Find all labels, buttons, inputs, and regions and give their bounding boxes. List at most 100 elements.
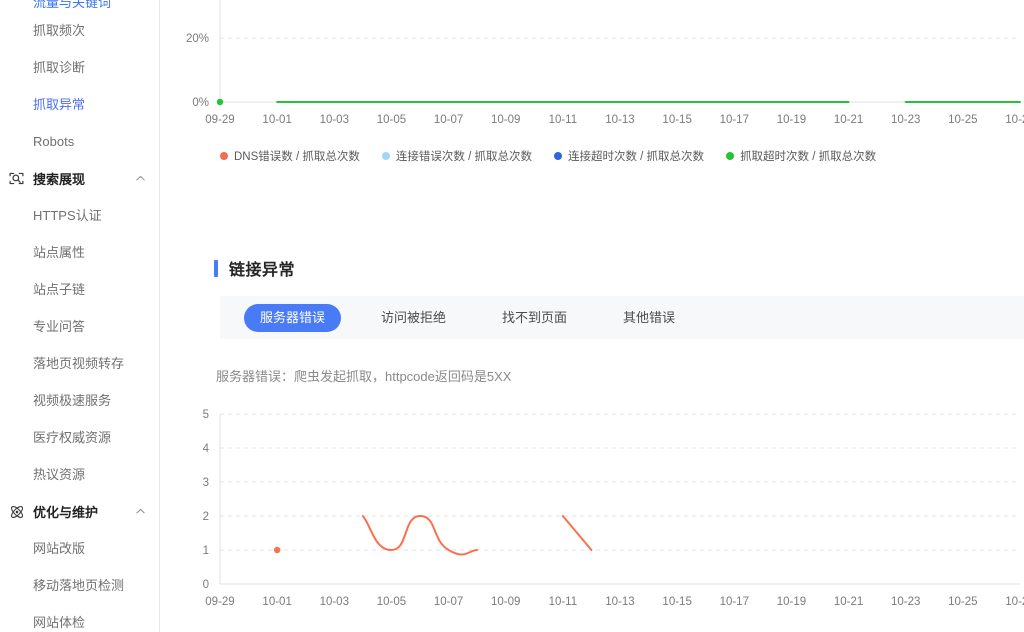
sidebar-item-label: 专业问答 — [33, 319, 86, 334]
svg-text:10-03: 10-03 — [320, 114, 349, 126]
svg-text:10-21: 10-21 — [834, 114, 863, 126]
sidebar-item-6[interactable]: HTTPS认证 — [0, 197, 159, 234]
legend-item-1[interactable]: 连接错误次数 / 抓取总次数 — [381, 148, 532, 164]
sidebar-item-label: 落地页视频转存 — [33, 356, 125, 371]
legend-color-dot — [220, 152, 228, 160]
sidebar-item-2[interactable]: 抓取诊断 — [0, 49, 159, 86]
chevron-up-icon — [134, 173, 146, 185]
svg-text:09-29: 09-29 — [205, 114, 234, 126]
sidebar: 流量与关键词抓取频次抓取诊断抓取异常 Robots 搜索展现 HTTPS认证 站点属性站… — [0, 0, 160, 632]
tab-description: 服务器错误：爬虫发起抓取，httpcode返回码是5XX — [216, 369, 512, 384]
section-accent-bar — [214, 259, 218, 277]
svg-text:10-11: 10-11 — [549, 114, 578, 126]
sidebar-item-label: 移动落地页检测 — [33, 578, 125, 593]
tab-label: 其他错误 — [623, 309, 676, 325]
svg-text:10-25: 10-25 — [948, 596, 977, 608]
sidebar-group-14[interactable]: 优化与维护 — [0, 493, 159, 530]
atom-icon — [6, 501, 27, 522]
sidebar-item-4[interactable]: Robots — [0, 123, 159, 160]
section-header: 链接异常 — [214, 256, 295, 280]
svg-text:10-03: 10-03 — [320, 596, 349, 608]
legend-label: 连接超时次数 / 抓取总次数 — [567, 151, 705, 163]
sidebar-item-17[interactable]: 网站体检 — [0, 604, 159, 632]
sidebar-item-12[interactable]: 医疗权威资源 — [0, 419, 159, 456]
tab-3[interactable]: 其他错误 — [607, 304, 691, 332]
sidebar-group-label: 搜索展现 — [33, 172, 86, 187]
sidebar-item-15[interactable]: 网站改版 — [0, 530, 159, 567]
svg-text:10-01: 10-01 — [262, 114, 291, 126]
legend-item-0[interactable]: DNS错误数 / 抓取总次数 — [220, 148, 360, 164]
svg-text:10-17: 10-17 — [720, 114, 749, 126]
tab-2[interactable]: 找不到页面 — [486, 304, 583, 332]
sidebar-group-label: 优化与维护 — [33, 505, 99, 520]
svg-text:10-09: 10-09 — [491, 596, 520, 608]
tab-1[interactable]: 访问被拒绝 — [365, 304, 462, 332]
svg-text:10-23: 10-23 — [891, 596, 920, 608]
legend-color-dot — [726, 152, 735, 160]
sidebar-item-8[interactable]: 站点子链 — [0, 271, 159, 308]
svg-text:1: 1 — [203, 545, 209, 557]
legend-label: 抓取超时次数 / 抓取总次数 — [740, 151, 877, 163]
sidebar-item-label: 医疗权威资源 — [33, 430, 112, 445]
main-content: 0%20%40%09-2910-0110-0310-0510-0710-0910… — [160, 0, 1024, 632]
sidebar-item-13[interactable]: 热议资源 — [0, 456, 159, 493]
chevron-up-icon — [134, 506, 146, 518]
svg-text:10-25: 10-25 — [948, 114, 977, 126]
sidebar-item-10[interactable]: 落地页视频转存 — [0, 345, 159, 382]
sidebar-item-label: 抓取异常 — [33, 97, 86, 112]
sidebar-group-5[interactable]: 搜索展现 — [0, 160, 159, 197]
legend-label: DNS错误数 / 抓取总次数 — [234, 151, 360, 163]
page-root: 流量与关键词抓取频次抓取诊断抓取异常 Robots 搜索展现 HTTPS认证 站点属性站… — [0, 0, 1024, 632]
legend-item-2[interactable]: 连接超时次数 / 抓取总次数 — [553, 148, 705, 164]
sidebar-item-16[interactable]: 移动落地页检测 — [0, 567, 159, 604]
sidebar-item-3[interactable]: 抓取异常 — [0, 86, 159, 123]
svg-text:10-19: 10-19 — [777, 114, 806, 126]
crawl-exception-rate-svg: 0%20%40%09-2910-0110-0310-0510-0710-0910… — [186, 0, 1024, 126]
sidebar-item-label: 流量与关键词 — [33, 0, 112, 10]
sidebar-item-0[interactable]: 流量与关键词 — [0, 0, 159, 12]
svg-text:10-05: 10-05 — [377, 596, 406, 608]
crawl-exception-rate-chart: 0%20%40%09-2910-0110-0310-0510-0710-0910… — [160, 0, 1024, 144]
svg-text:10-13: 10-13 — [605, 114, 634, 126]
search-box-icon — [6, 168, 27, 189]
tab-label: 服务器错误 — [260, 309, 326, 325]
svg-text:0: 0 — [203, 579, 209, 591]
svg-text:0%: 0% — [192, 97, 209, 109]
server-error-count-svg: 0 1 2 3 4 5 09-29 10-01 10-03 10-05 10-07 10-09 10-1… — [203, 409, 1024, 608]
svg-text:5: 5 — [203, 409, 209, 421]
legend-item-3[interactable]: 抓取超时次数 / 抓取总次数 — [726, 148, 876, 164]
error-type-tabbar: 服务器错误 访问被拒绝 找不到页面 其他错误 — [220, 296, 1024, 339]
svg-text:10-05: 10-05 — [377, 114, 406, 126]
svg-text:10-07: 10-07 — [434, 114, 463, 126]
chart-legend: DNS错误数 / 抓取总次数 连接错误次数 / 抓取总次数 连接超时次数 / 抓取总… — [220, 145, 1020, 167]
legend-color-dot — [553, 152, 562, 160]
svg-text:10-17: 10-17 — [720, 596, 749, 608]
sidebar-item-label: 热议资源 — [33, 467, 86, 482]
sidebar-item-1[interactable]: 抓取频次 — [0, 12, 159, 49]
sidebar-item-9[interactable]: 专业问答 — [0, 308, 159, 345]
tab-label: 找不到页面 — [502, 309, 568, 325]
sidebar-item-label: Robots — [33, 134, 75, 149]
svg-text:20%: 20% — [186, 33, 209, 45]
sidebar-item-label: 站点子链 — [33, 282, 86, 297]
svg-text:4: 4 — [203, 443, 210, 455]
sidebar-item-7[interactable]: 站点属性 — [0, 234, 159, 271]
sidebar-item-label: 视频极速服务 — [33, 393, 112, 408]
svg-text:10-27: 10-27 — [1005, 114, 1024, 126]
page-title: 链接异常 — [229, 262, 296, 279]
sidebar-item-label: 网站改版 — [33, 541, 86, 556]
tab-label: 访问被拒绝 — [381, 309, 447, 325]
svg-text:10-07: 10-07 — [434, 596, 463, 608]
tab-0[interactable]: 服务器错误 — [244, 303, 342, 332]
legend-label: 连接错误次数 / 抓取总次数 — [395, 151, 532, 163]
svg-text:10-15: 10-15 — [662, 114, 691, 126]
sidebar-item-label: 抓取诊断 — [33, 60, 86, 75]
svg-text:2: 2 — [203, 511, 209, 523]
svg-text:10-09: 10-09 — [491, 114, 520, 126]
sidebar-item-label: 网站体检 — [33, 615, 86, 630]
svg-text:10-21: 10-21 — [834, 596, 863, 608]
sidebar-item-11[interactable]: 视频极速服务 — [0, 382, 159, 419]
svg-text:10-23: 10-23 — [891, 114, 920, 126]
server-error-count-chart: 0 1 2 3 4 5 09-29 10-01 10-03 10-05 10-07 10-09 10-1… — [160, 400, 1024, 632]
sidebar-item-label: 抓取频次 — [33, 23, 86, 38]
